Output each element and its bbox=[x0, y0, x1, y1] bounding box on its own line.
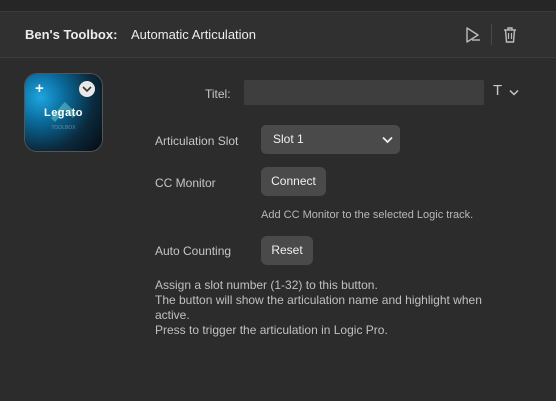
articulation-slot-select[interactable]: Slot 1 bbox=[261, 125, 400, 154]
articulation-slot-value: Slot 1 bbox=[273, 132, 304, 146]
reset-button[interactable]: Reset bbox=[261, 236, 313, 265]
key-title: Legato bbox=[43, 107, 84, 119]
plus-icon[interactable]: + bbox=[35, 80, 44, 97]
help-description: Assign a slot number (1-32) to this butt… bbox=[155, 278, 535, 338]
chevron-down-icon bbox=[382, 136, 393, 144]
inspector-header: Ben's Toolbox: Automatic Articulation bbox=[0, 12, 556, 58]
cc-monitor-hint: Add CC Monitor to the selected Logic tra… bbox=[261, 209, 474, 221]
plugin-name: Ben's Toolbox: bbox=[25, 27, 118, 42]
articulation-slot-label: Articulation Slot bbox=[155, 134, 239, 148]
window-top-strip bbox=[0, 0, 556, 12]
play-icon[interactable] bbox=[463, 25, 483, 45]
trash-icon[interactable] bbox=[500, 25, 520, 45]
chevron-down-icon[interactable] bbox=[509, 89, 519, 96]
description-line: The button will show the articulation na… bbox=[155, 293, 482, 307]
chevron-down-icon[interactable] bbox=[79, 81, 95, 97]
auto-counting-label: Auto Counting bbox=[155, 244, 232, 258]
connect-button[interactable]: Connect bbox=[261, 167, 326, 196]
action-name: Automatic Articulation bbox=[131, 27, 257, 42]
key-preview[interactable]: + Legato TOOLBOX bbox=[25, 74, 102, 151]
cc-monitor-label: CC Monitor bbox=[155, 176, 216, 190]
title-input[interactable] bbox=[244, 80, 484, 105]
description-line: Assign a slot number (1-32) to this butt… bbox=[155, 278, 378, 292]
key-subtitle: TOOLBOX bbox=[51, 125, 76, 131]
text-format-icon[interactable]: T bbox=[493, 82, 502, 99]
title-label: Titel: bbox=[205, 87, 231, 101]
description-line: Press to trigger the articulation in Log… bbox=[155, 323, 388, 337]
description-line: active. bbox=[155, 308, 190, 322]
header-divider bbox=[491, 24, 492, 45]
